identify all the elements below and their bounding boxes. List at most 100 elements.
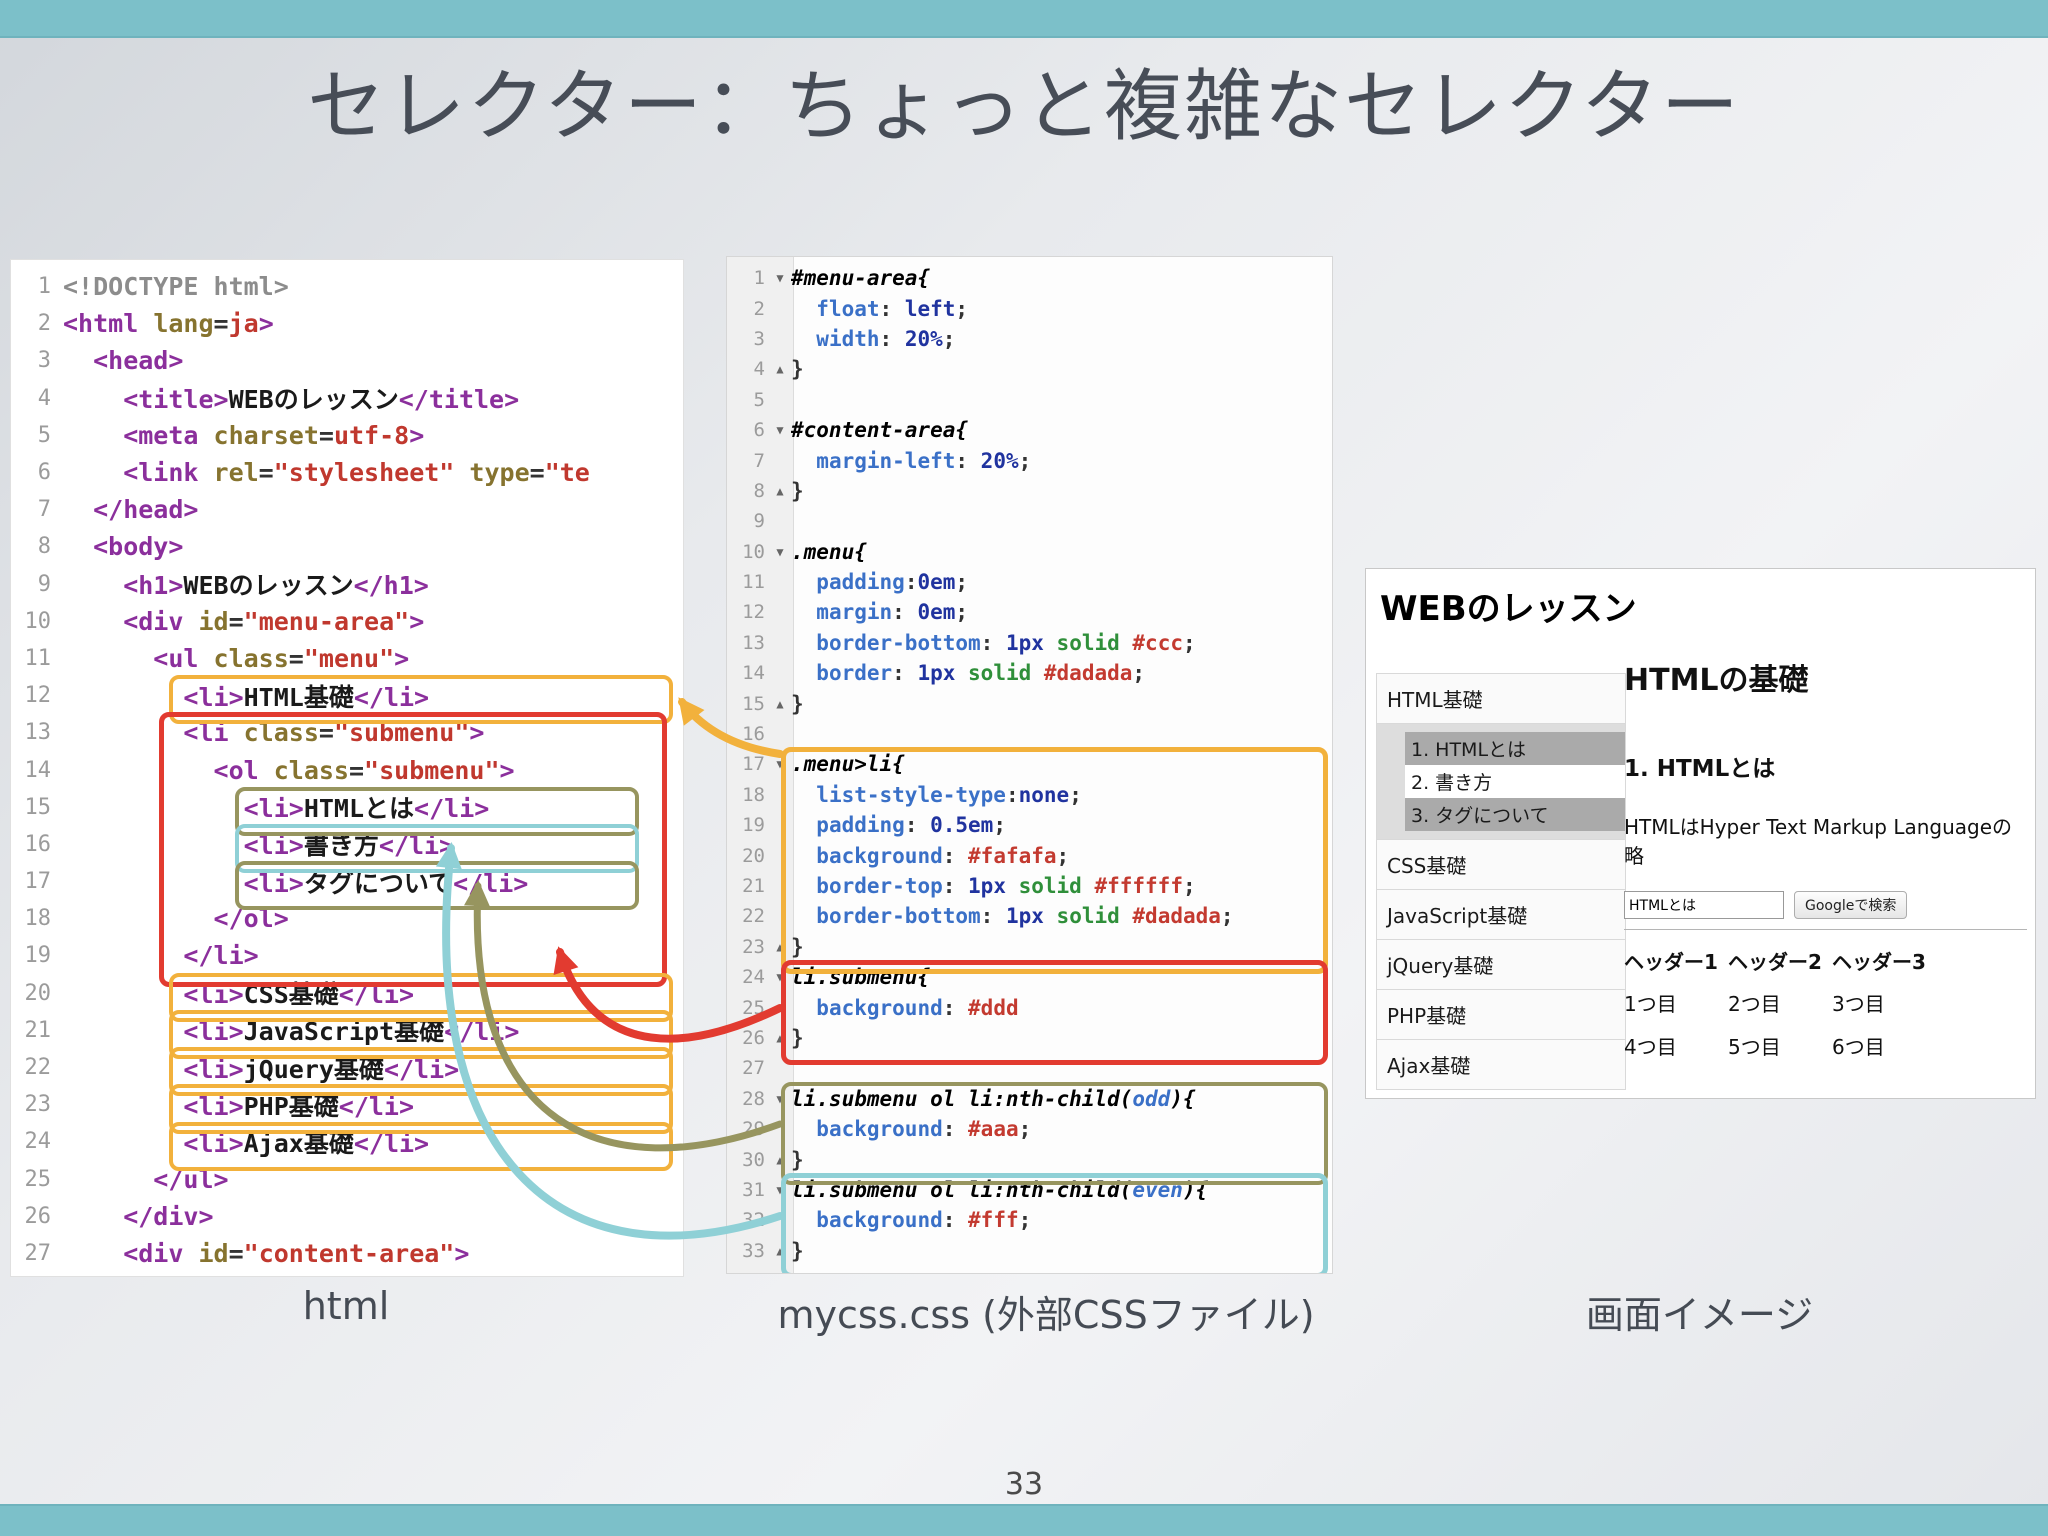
fold-close-icon[interactable]: ▲: [769, 362, 791, 376]
slide: セレクター：ちょっと複雑なセレクター 1 <!DOCTYPE html> 2 <htm…: [0, 0, 2048, 1536]
fold-open-icon[interactable]: ▼: [769, 271, 791, 285]
code-text: <li>PHP基礎</li>: [63, 1091, 415, 1121]
fold-open-icon[interactable]: ▼: [769, 423, 791, 437]
code-line: 27: [727, 1053, 1332, 1083]
code-line: 3 <head>: [11, 342, 683, 379]
top-accent-bar: [0, 0, 2048, 38]
code-line: 15 ▲}: [727, 688, 1332, 718]
code-text: border-bottom: 1px solid #ccc;: [816, 630, 1196, 655]
code-text: }: [791, 1147, 804, 1172]
code-text: <html lang=ja>: [63, 309, 274, 339]
line-number: 26: [24, 1203, 52, 1229]
code-text: <ul class="menu">: [63, 643, 410, 673]
preview-body-text: HTMLはHyper Text Markup Languageの略: [1624, 815, 2013, 868]
code-line: 11 <ul class="menu">: [11, 640, 683, 677]
fold-close-icon[interactable]: ▲: [769, 940, 791, 954]
code-line: 26 ▲}: [727, 1023, 1332, 1053]
code-line: 22 <li>jQuery基礎</li>: [11, 1049, 683, 1086]
line-number: 23: [24, 1092, 52, 1118]
code-line: 24 <li>Ajax基礎</li>: [11, 1123, 683, 1160]
google-search-button[interactable]: Googleで検索: [1794, 891, 1908, 919]
line-number: 4: [37, 385, 51, 411]
code-text: <body>: [63, 532, 184, 562]
code-text: </li>: [63, 941, 259, 971]
code-line: 25 background: #ddd: [727, 992, 1332, 1022]
fold-close-icon[interactable]: ▲: [769, 1153, 791, 1167]
caption-html: html: [302, 1284, 390, 1328]
fold-close-icon[interactable]: ▲: [769, 1244, 791, 1258]
code-line: 29 background: #aaa;: [727, 1114, 1332, 1144]
line-number: 17: [24, 869, 52, 895]
code-text: }: [791, 691, 804, 716]
code-text: border-bottom: 1px solid #dadada;: [816, 904, 1234, 929]
code-text: li.submenu{: [791, 965, 931, 990]
fold-open-icon[interactable]: ▼: [769, 757, 791, 771]
code-line: 16 <li>書き方</li>: [11, 826, 683, 863]
code-text: <ol class="submenu">: [63, 755, 515, 785]
code-text: }: [791, 478, 804, 503]
line-number: 33: [742, 1239, 765, 1262]
code-line: 33 ▲}: [727, 1236, 1332, 1266]
code-line: 8 ▲}: [727, 476, 1332, 506]
code-text: list-style-type:none;: [816, 782, 1082, 807]
code-text: li.submenu ol li:nth-child(odd){: [791, 1086, 1196, 1111]
table-cell: 1つ目: [1624, 992, 1677, 1016]
line-number: 32: [742, 1209, 765, 1232]
line-number: 13: [24, 720, 52, 746]
preview-menu-item: CSS基礎: [1377, 840, 1625, 890]
line-number: 23: [742, 935, 765, 958]
code-text: .menu{: [791, 539, 867, 564]
code-line: 14 border: 1px solid #dadada;: [727, 658, 1332, 688]
code-text: float: left;: [816, 296, 969, 321]
fold-open-icon[interactable]: ▼: [769, 1183, 791, 1197]
code-line: 20 <li>CSS基礎</li>: [11, 975, 683, 1012]
fold-close-icon[interactable]: ▲: [769, 697, 791, 711]
line-number: 14: [742, 662, 765, 685]
line-number: 17: [742, 753, 765, 776]
code-line: 10 ▼ .menu{: [727, 537, 1332, 567]
preview-search-form: Googleで検索: [1624, 891, 2027, 919]
code-line: 2 <html lang=ja>: [11, 305, 683, 342]
line-number: 10: [742, 540, 765, 563]
code-line: 17 ▼ .menu>li{: [727, 749, 1332, 779]
line-number: 28: [742, 1087, 765, 1110]
fold-open-icon[interactable]: ▼: [769, 970, 791, 984]
table-header-row: ヘッダー1 ヘッダー2 ヘッダー3: [1624, 940, 1936, 981]
code-line: 10 <div id="menu-area">: [11, 603, 683, 640]
code-line: 13 border-bottom: 1px solid #ccc;: [727, 628, 1332, 658]
preview-menu-item: JavaScript基礎: [1377, 890, 1625, 940]
fold-close-icon[interactable]: ▲: [769, 484, 791, 498]
code-text: padding:0em;: [816, 570, 969, 595]
code-line: 20 background: #fafafa;: [727, 840, 1332, 870]
code-text: </ol>: [63, 904, 289, 934]
code-line: 25 </ul>: [11, 1161, 683, 1198]
code-text: background: #aaa;: [816, 1117, 1032, 1142]
line-number: 9: [753, 510, 765, 533]
fold-open-icon[interactable]: ▼: [769, 1092, 791, 1106]
line-number: 6: [753, 419, 765, 442]
code-line: 31 ▼ li.submenu ol li:nth-child(even){: [727, 1175, 1332, 1205]
code-line: 7 margin-left: 20%;: [727, 445, 1332, 475]
code-text: }: [791, 357, 804, 382]
line-number: 22: [742, 905, 765, 928]
code-line: 13 <li class="submenu">: [11, 714, 683, 751]
preview-table: ヘッダー1 ヘッダー2 ヘッダー3 1つ目 2つ目 3つ目 4つ目 5つ目 6つ目: [1624, 940, 1936, 1067]
code-text: <!DOCTYPE html>: [63, 272, 289, 302]
search-input[interactable]: [1624, 891, 1784, 919]
code-text: width: 20%;: [816, 326, 956, 351]
line-number: 24: [742, 966, 765, 989]
code-text: <div id="content-area">: [63, 1238, 470, 1268]
code-line: 1 ▼ #menu-area{: [727, 263, 1332, 293]
code-line: 19 padding: 0.5em;: [727, 810, 1332, 840]
fold-close-icon[interactable]: ▲: [769, 1031, 791, 1045]
code-line: 1 <!DOCTYPE html>: [11, 268, 683, 305]
table-row: 1つ目 2つ目 3つ目: [1624, 981, 1936, 1024]
code-text: <li>JavaScript基礎</li>: [63, 1017, 520, 1047]
preview-menu-item: PHP基礎: [1377, 990, 1625, 1040]
fold-open-icon[interactable]: ▼: [769, 545, 791, 559]
preview-submenu-item: 2. 書き方: [1405, 765, 1625, 798]
line-number: 7: [753, 449, 765, 472]
line-number: 31: [742, 1178, 765, 1201]
code-line: 8 <body>: [11, 528, 683, 565]
table-cell: 3つ目: [1832, 992, 1885, 1016]
